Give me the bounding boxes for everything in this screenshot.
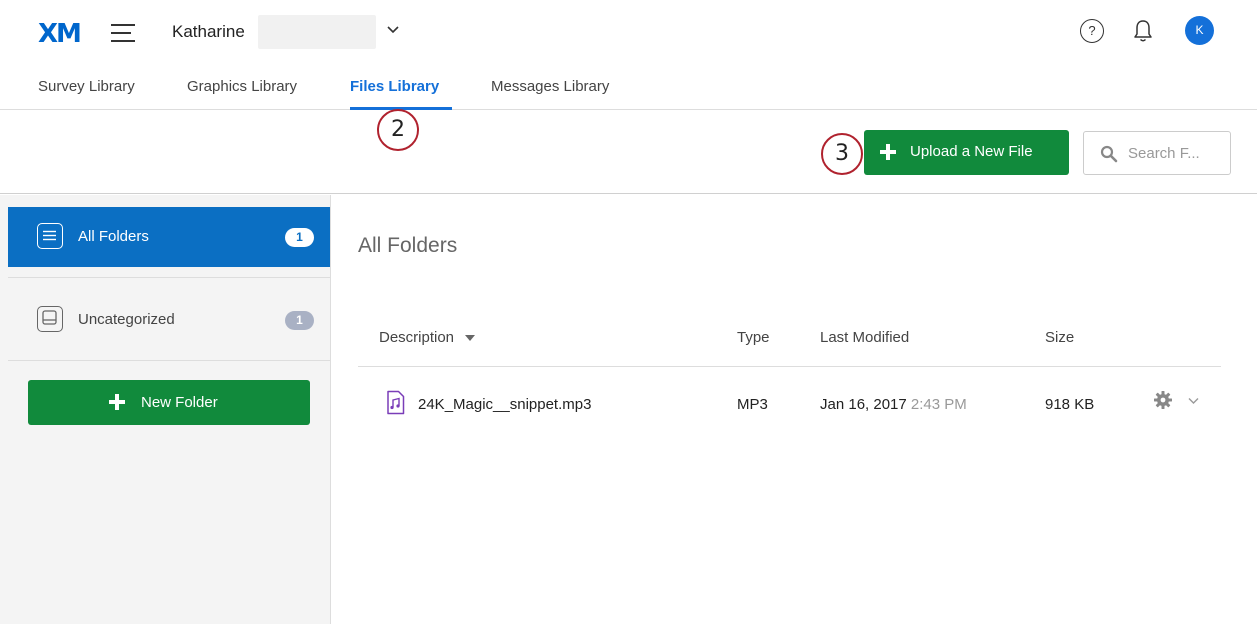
search-icon (1100, 145, 1118, 163)
user-avatar[interactable]: K (1185, 16, 1214, 45)
upload-button-label: Upload a New File (910, 143, 1033, 160)
divider (8, 360, 330, 361)
sort-caret-icon (465, 335, 476, 342)
brand-name[interactable]: Katharine (172, 22, 245, 42)
folder-count-badge: 1 (285, 228, 314, 247)
tab-files-library[interactable]: Files Library (350, 78, 439, 95)
file-size: 918 KB (1045, 396, 1095, 413)
search-box[interactable] (1083, 131, 1231, 175)
help-icon[interactable]: ? (1080, 19, 1104, 43)
folder-sidebar: All Folders 1 Uncategorized 1 New Folder (0, 195, 331, 624)
bell-icon[interactable] (1133, 19, 1153, 43)
column-header-description[interactable]: Description (379, 329, 476, 346)
tab-graphics-library[interactable]: Graphics Library (187, 78, 297, 95)
hamburger-menu-icon[interactable] (111, 24, 135, 42)
file-type: MP3 (737, 396, 768, 413)
tab-survey-library[interactable]: Survey Library (38, 78, 135, 95)
library-tabs: Survey Library Graphics Library Files Li… (0, 66, 1257, 110)
upload-new-file-button[interactable]: Upload a New File (864, 130, 1069, 175)
tab-messages-library[interactable]: Messages Library (491, 78, 609, 95)
folder-count-badge: 1 (285, 311, 314, 330)
file-name[interactable]: 24K_Magic__snippet.mp3 (418, 396, 591, 413)
modified-time: 2:43 PM (910, 396, 967, 413)
page-title: All Folders (358, 234, 458, 257)
column-header-size[interactable]: Size (1045, 329, 1074, 346)
new-folder-button[interactable]: New Folder (28, 380, 310, 425)
sidebar-item-label: Uncategorized (78, 311, 175, 328)
sidebar-item-all-folders[interactable]: All Folders 1 (8, 207, 330, 267)
search-input[interactable] (1128, 142, 1226, 164)
chevron-down-icon[interactable] (386, 22, 400, 36)
toolbar: Upload a New File (0, 110, 1257, 194)
plus-icon (880, 144, 896, 160)
sidebar-item-label: All Folders (78, 228, 149, 245)
plus-icon (109, 394, 125, 410)
list-icon (37, 223, 63, 249)
inbox-tray-icon (37, 306, 63, 332)
column-header-label: Description (379, 329, 455, 346)
step-3-annotation: 3 (821, 133, 863, 175)
gear-icon[interactable] (1153, 390, 1173, 410)
audio-file-icon (387, 390, 405, 415)
top-bar: XM Katharine ? K (0, 0, 1257, 66)
column-header-last-modified[interactable]: Last Modified (820, 329, 909, 346)
xm-logo[interactable]: XM (38, 19, 82, 49)
new-folder-label: New Folder (141, 394, 218, 411)
chevron-down-icon[interactable] (1188, 397, 1199, 405)
redacted-name-block (258, 15, 376, 49)
divider (8, 277, 330, 278)
table-row[interactable]: 24K_Magic__snippet.mp3 MP3 Jan 16, 2017 … (358, 367, 1221, 441)
sidebar-item-uncategorized[interactable]: Uncategorized 1 (8, 290, 330, 350)
modified-date: Jan 16, 2017 (820, 396, 907, 413)
file-last-modified: Jan 16, 2017 2:43 PM (820, 396, 967, 413)
column-header-type[interactable]: Type (737, 329, 770, 346)
